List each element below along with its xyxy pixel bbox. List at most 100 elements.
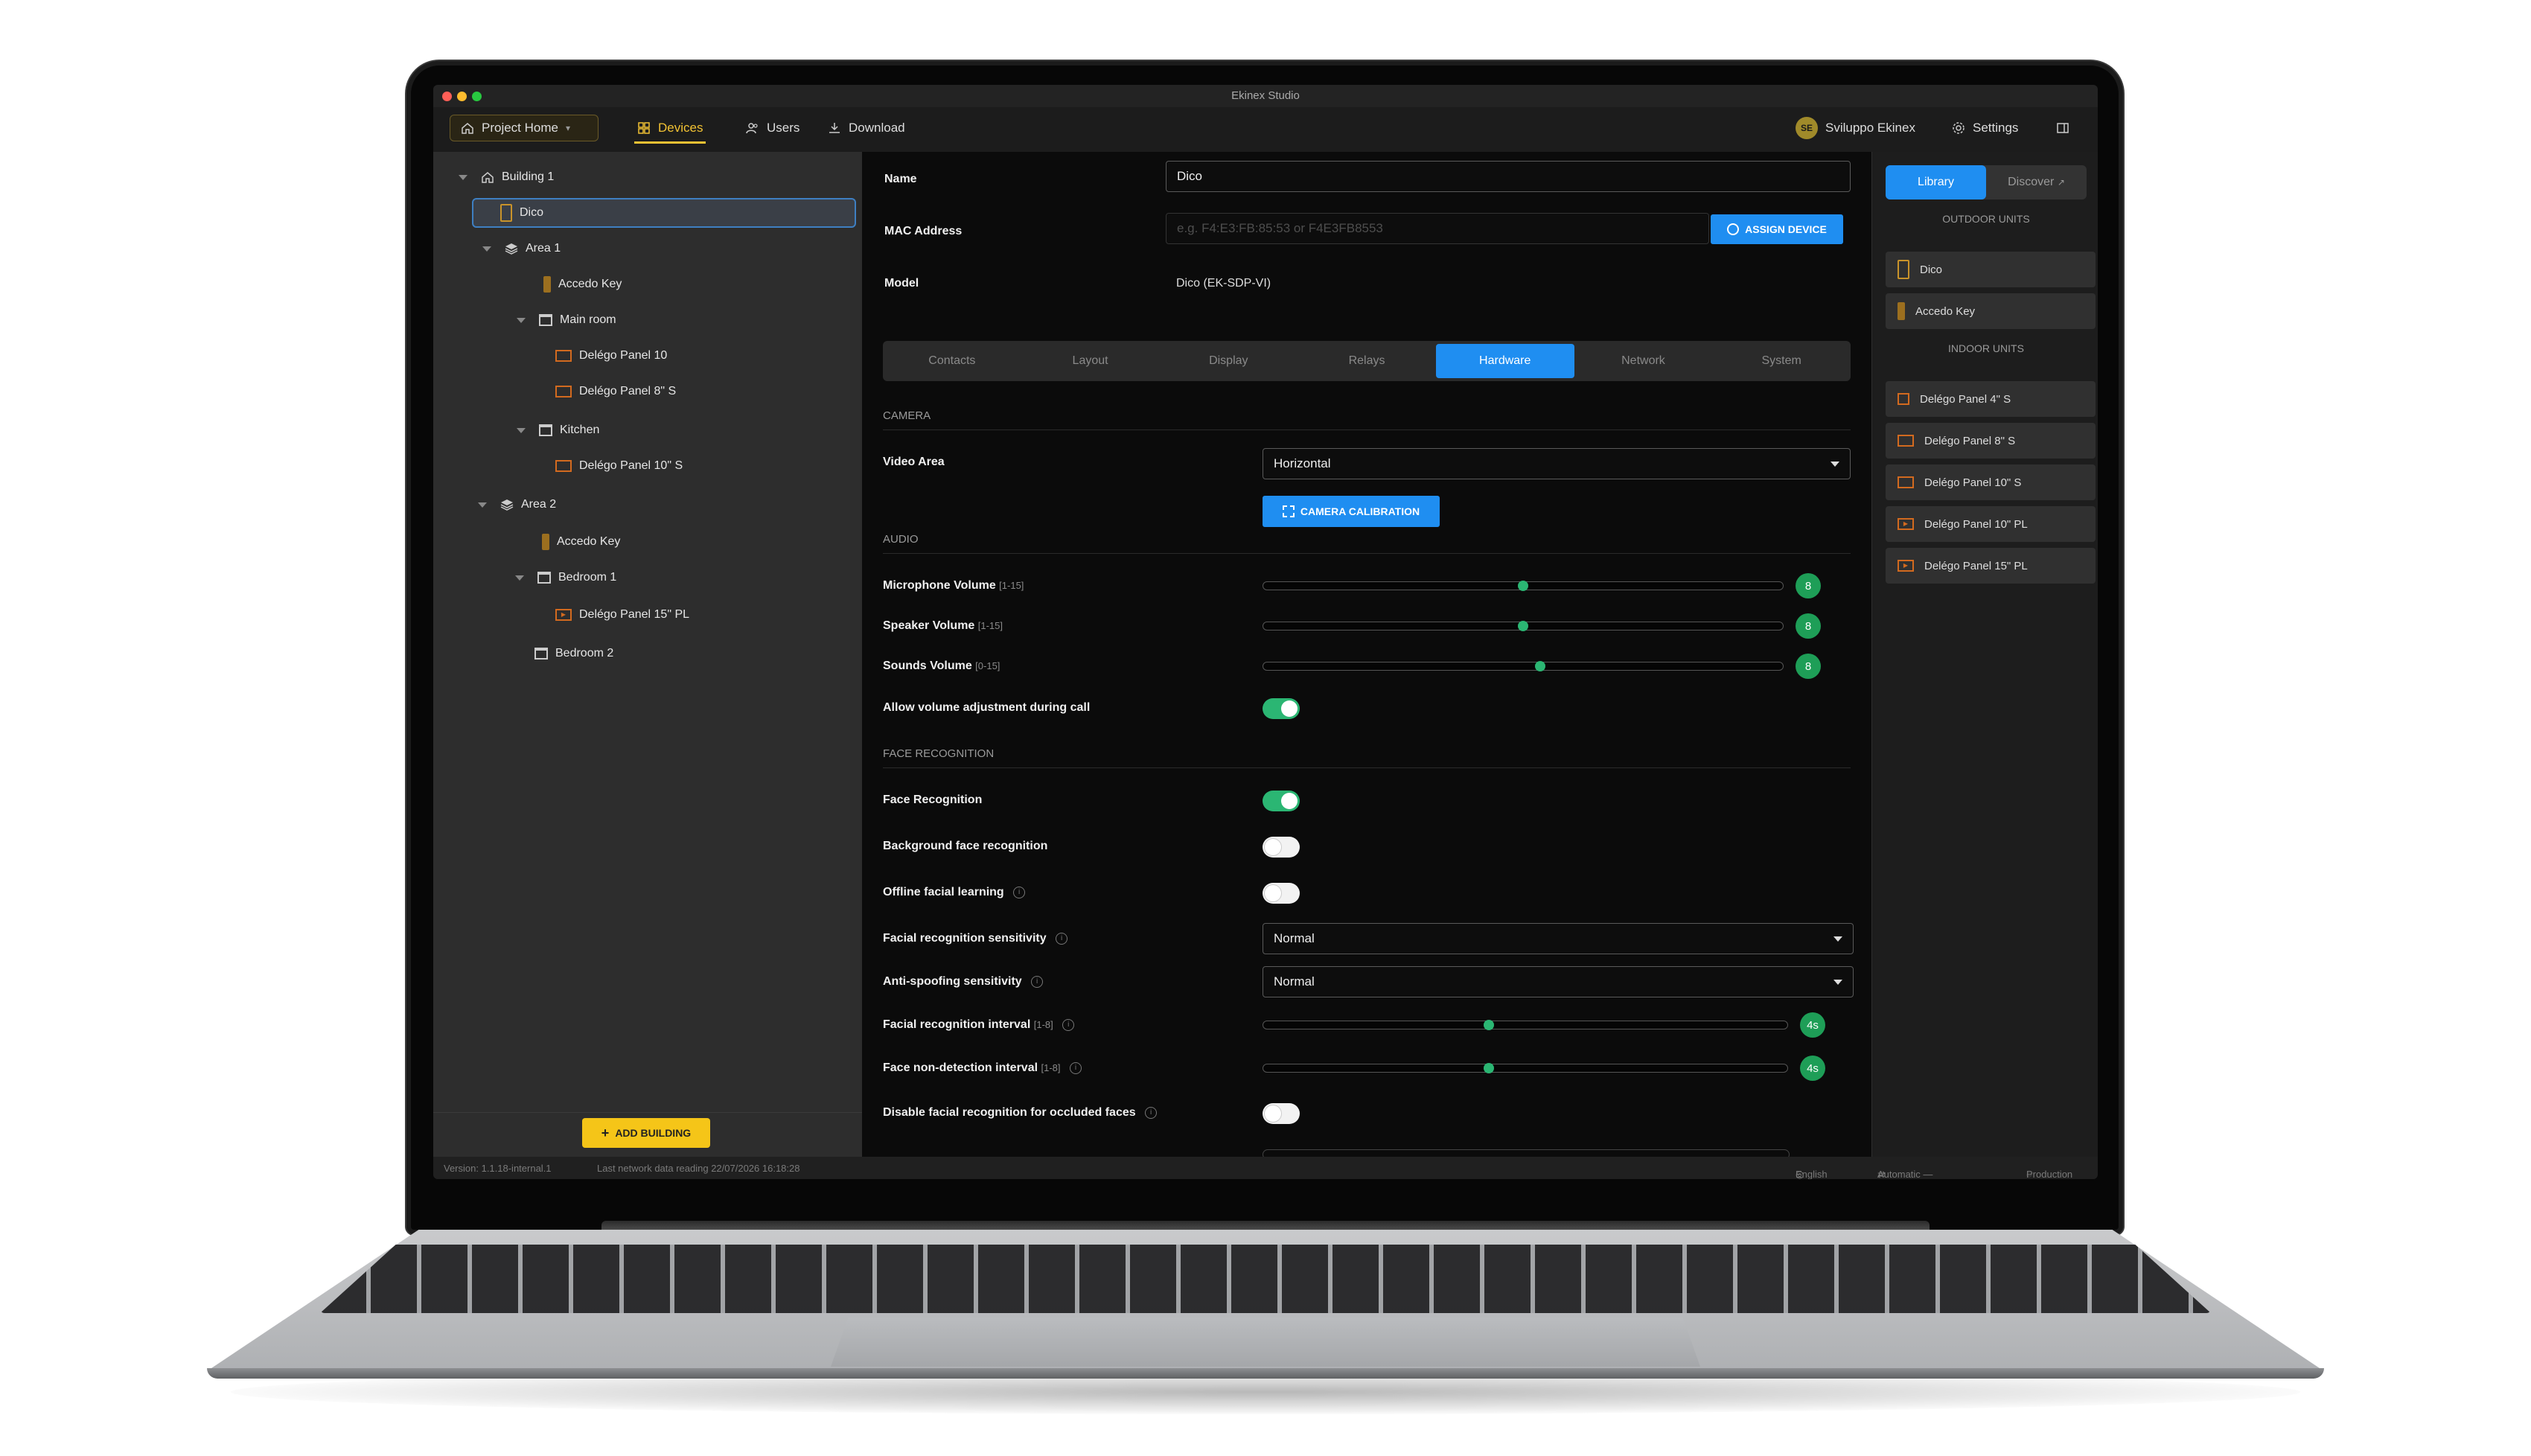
toggle-knob <box>1265 839 1281 855</box>
tab-display[interactable]: Display <box>1159 341 1298 381</box>
tab-users[interactable]: Users <box>746 115 799 141</box>
download-label: Download <box>849 121 905 135</box>
library-item-delego-panel-8s[interactable]: Delégo Panel 8" S <box>1886 423 2096 459</box>
devices-label: Devices <box>658 121 703 135</box>
slider-thumb[interactable] <box>1483 1020 1494 1030</box>
tree-item-label: Main room <box>560 313 616 326</box>
tree-item-delego-panel-8s[interactable]: Delégo Panel 8" S <box>555 377 838 406</box>
facial-recognition-sensitivity-label: Facial recognition sensitivity i <box>883 932 1068 945</box>
user-menu[interactable]: SE Sviluppo Ekinex <box>1796 115 1915 141</box>
panel-icon <box>1898 435 1914 447</box>
slider-thumb[interactable] <box>1535 661 1546 671</box>
mac-address-input[interactable]: e.g. F4:E3:FB:85:53 or F4E3FB8553 <box>1166 213 1709 244</box>
face-non-detection-interval-slider[interactable]: 4s <box>1263 1056 1843 1081</box>
library-segmented-control: Library Discover ↗ <box>1886 165 2087 199</box>
project-home-button[interactable]: Project Home ▾ <box>450 115 599 141</box>
slider-thumb[interactable] <box>1518 581 1528 591</box>
tree-item-delego-panel-15pl[interactable]: ▶ Delégo Panel 15" PL <box>555 600 838 630</box>
tree-item-label: Accedo Key <box>557 535 621 548</box>
tree-item-accedo-key[interactable]: Accedo Key <box>543 269 841 299</box>
slider-thumb[interactable] <box>1518 621 1528 631</box>
indoor-units-heading: INDOOR UNITS <box>1948 342 2024 354</box>
panel-icon <box>1898 393 1909 405</box>
tree-item-building[interactable]: Building 1 <box>459 162 846 192</box>
tree-item-area-1[interactable]: Area 1 <box>482 234 840 264</box>
library-item-label: Accedo Key <box>1915 304 1976 318</box>
discover-label: Discover <box>2008 176 2055 188</box>
tree-item-delego-panel-10[interactable]: Delégo Panel 10 <box>555 341 838 371</box>
tab-devices[interactable]: Devices <box>634 115 706 144</box>
room-icon <box>539 314 552 326</box>
tab-layout[interactable]: Layout <box>1021 341 1160 381</box>
info-icon[interactable]: i <box>1145 1106 1158 1119</box>
tab-download[interactable]: Download <box>828 115 905 141</box>
slider-thumb[interactable] <box>1483 1063 1494 1073</box>
tab-relays[interactable]: Relays <box>1298 341 1436 381</box>
allow-volume-adjust-toggle[interactable] <box>1263 698 1300 719</box>
name-input[interactable]: Dico <box>1166 161 1851 192</box>
toggle-panel-button[interactable] <box>2056 115 2069 141</box>
home-icon <box>462 123 473 134</box>
tab-library[interactable]: Library <box>1886 165 1986 199</box>
tree-item-delego-panel-10s[interactable]: Delégo Panel 10" S <box>555 451 838 481</box>
tree-item-label: Accedo Key <box>558 278 622 290</box>
tree-item-accedo-key-2[interactable]: Accedo Key <box>542 527 840 557</box>
info-icon[interactable]: i <box>1013 886 1026 898</box>
info-icon[interactable]: i <box>1069 1061 1082 1074</box>
mac-address-label: MAC Address <box>884 225 963 237</box>
info-icon[interactable]: i <box>1062 1018 1075 1031</box>
user-name: Sviluppo Ekinex <box>1825 121 1915 135</box>
library-item-delego-panel-4s[interactable]: Delégo Panel 4" S <box>1886 381 2096 417</box>
outdoor-unit-icon <box>543 276 551 293</box>
library-item-delego-panel-10pl[interactable]: ▶ Delégo Panel 10" PL <box>1886 506 2096 542</box>
tab-discover[interactable]: Discover ↗ <box>1986 165 2087 199</box>
add-building-button[interactable]: + ADD BUILDING <box>582 1118 710 1148</box>
tree-item-label: Bedroom 2 <box>555 647 614 660</box>
tab-contacts[interactable]: Contacts <box>883 341 1021 381</box>
microphone-volume-slider[interactable]: 8 <box>1263 573 1828 598</box>
offline-facial-learning-toggle[interactable] <box>1263 883 1300 904</box>
library-item-accedo-key[interactable]: Accedo Key <box>1886 293 2096 329</box>
settings-button[interactable]: Settings <box>1952 115 2018 141</box>
sounds-volume-slider[interactable]: 8 <box>1263 654 1828 679</box>
tree-item-bedroom-2[interactable]: Bedroom 2 <box>534 639 847 668</box>
microphone-volume-value: 8 <box>1796 573 1821 598</box>
sidebar-toggle-icon <box>2057 123 2069 133</box>
toggle-knob <box>1281 793 1298 809</box>
tree-item-main-room[interactable]: Main room <box>517 305 844 335</box>
tab-hardware[interactable]: Hardware <box>1435 344 1574 378</box>
background-face-recognition-toggle[interactable] <box>1263 837 1300 858</box>
home-icon <box>482 172 494 183</box>
disable-occluded-toggle[interactable] <box>1263 1103 1300 1124</box>
info-icon[interactable]: i <box>1056 932 1068 945</box>
tab-system[interactable]: System <box>1712 341 1851 381</box>
tree-item-area-2[interactable]: Area 2 <box>478 490 835 520</box>
assign-device-button[interactable]: ASSIGN DEVICE <box>1711 214 1843 244</box>
face-recognition-toggle[interactable] <box>1263 791 1300 811</box>
anti-spoofing-sensitivity-select[interactable]: Normal <box>1263 966 1854 997</box>
library-item-dico[interactable]: Dico <box>1886 252 2096 287</box>
add-building-label: ADD BUILDING <box>615 1127 692 1139</box>
audio-section-heading: AUDIO <box>883 533 1851 554</box>
language-label: English <box>1796 1169 1828 1179</box>
tree-item-dico[interactable]: Dico <box>472 198 856 228</box>
tree-item-kitchen[interactable]: Kitchen <box>517 415 844 445</box>
chevron-down-icon <box>517 317 526 323</box>
settings-label: Settings <box>1973 121 2019 135</box>
info-icon[interactable]: i <box>1031 975 1044 988</box>
camera-calibration-button[interactable]: CAMERA CALIBRATION <box>1263 496 1440 527</box>
panel-play-icon: ▶ <box>555 609 572 621</box>
library-item-delego-panel-15pl[interactable]: ▶ Delégo Panel 15" PL <box>1886 548 2096 584</box>
speaker-volume-slider[interactable]: 8 <box>1263 613 1828 639</box>
tree-item-bedroom-1[interactable]: Bedroom 1 <box>515 563 843 593</box>
gear-icon <box>1953 122 1965 134</box>
tree-item-label: Bedroom 1 <box>558 571 617 584</box>
device-detail-panel: Name Dico MAC Address e.g. F4:E3:FB:85:5… <box>862 152 1871 1157</box>
face-non-detection-interval-label: Face non-detection interval [1-8] i <box>883 1061 1082 1075</box>
tab-network[interactable]: Network <box>1574 341 1713 381</box>
video-area-select[interactable]: Horizontal <box>1263 448 1851 479</box>
library-item-delego-panel-10s[interactable]: Delégo Panel 10" S <box>1886 464 2096 500</box>
facial-recognition-sensitivity-select[interactable]: Normal <box>1263 923 1854 954</box>
facial-recognition-interval-slider[interactable]: 4s <box>1263 1012 1843 1038</box>
download-icon <box>829 123 840 133</box>
